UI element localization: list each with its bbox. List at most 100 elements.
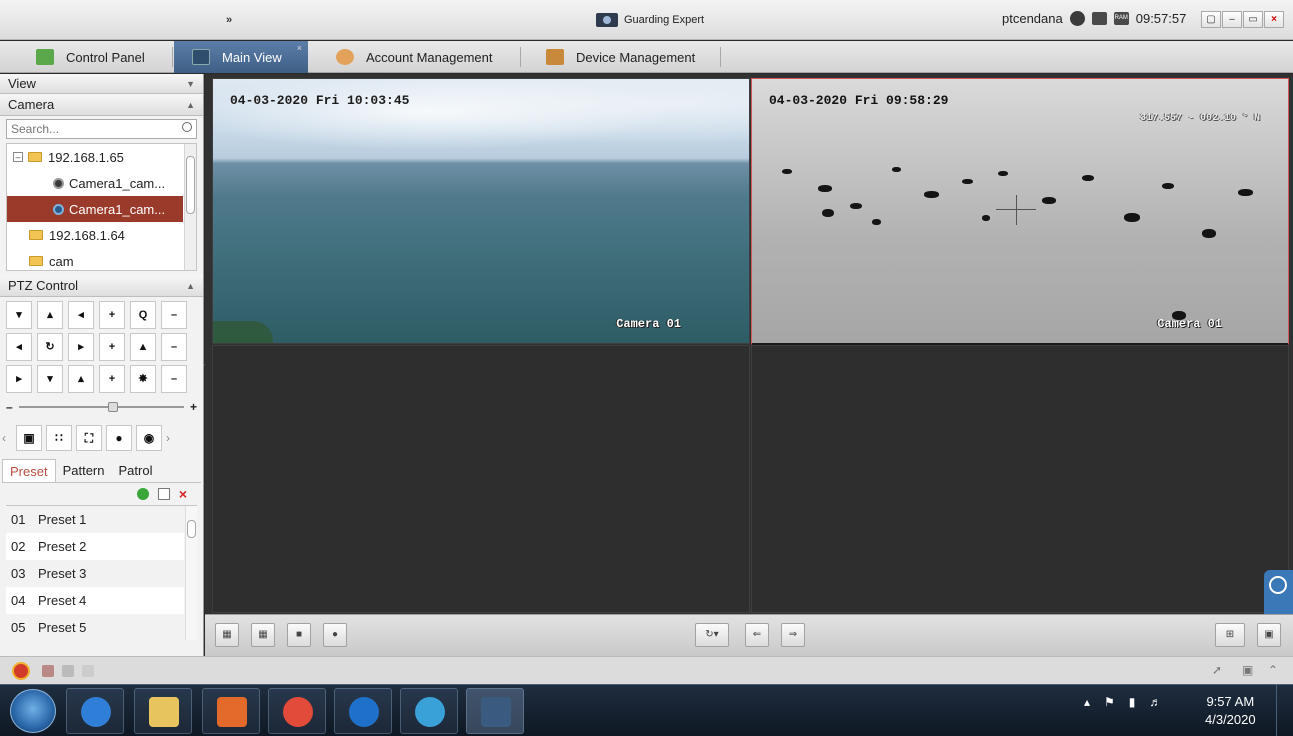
signal-icon[interactable]: ▮ [1129, 695, 1136, 709]
tree-node-device[interactable]: 192.168.1.64 [7, 222, 183, 248]
zoom-in-button[interactable]: + [99, 301, 125, 329]
audio-icon[interactable]: ● [323, 623, 347, 647]
search-input[interactable] [7, 120, 157, 138]
preset-scrollbar[interactable] [185, 506, 197, 640]
auto-scan-button[interactable]: ↻ [37, 333, 63, 361]
video-window-4[interactable] [751, 345, 1289, 613]
start-button[interactable] [10, 689, 56, 733]
capture-icon[interactable]: ▦ [215, 623, 239, 647]
pan-up-button[interactable]: ▴ [37, 301, 63, 329]
layout-icon[interactable]: ⊞ [1215, 623, 1245, 647]
3d-zoom-icon[interactable]: ▣ [16, 425, 42, 451]
ptz-speed-slider[interactable]: – + [6, 399, 197, 415]
iris-open-button[interactable]: + [99, 365, 125, 393]
pan-left-button[interactable]: ◂ [6, 333, 32, 361]
call-preset-icon[interactable] [136, 488, 149, 500]
focus-far-button[interactable]: – [161, 333, 187, 361]
alarm-sound-icon[interactable] [42, 665, 54, 677]
search-icon[interactable] [182, 122, 192, 132]
pan-down-button[interactable]: ▾ [37, 365, 63, 393]
tab-patrol[interactable]: Patrol [112, 459, 160, 482]
close-tab-icon[interactable]: × [297, 43, 302, 53]
tray-expand-icon[interactable]: ▴ [1084, 695, 1090, 709]
video-window-1[interactable]: 04-03-2020 Fri 10:03:45 Camera 01 [212, 78, 750, 344]
chevron-right-icon[interactable]: » [226, 14, 232, 26]
chevron-down-icon[interactable]: ▼ [186, 79, 195, 89]
video-timestamp: 04-03-2020 Fri 09:58:29 [769, 93, 949, 108]
video-window-3[interactable] [212, 345, 750, 613]
tab-preset[interactable]: Preset [2, 459, 56, 482]
refresh-icon[interactable]: ↻▾ [695, 623, 729, 647]
lock-icon[interactable]: ▢ [1201, 11, 1221, 28]
file-explorer-icon[interactable] [134, 688, 192, 734]
stop-all-icon[interactable]: ■ [287, 623, 311, 647]
volume-icon[interactable]: ♬ [1149, 695, 1161, 709]
chrome-icon[interactable] [268, 688, 326, 734]
windows-taskbar: ▴ ⚑ ▮ ♬ 9:57 AM 4/3/2020 [0, 684, 1293, 736]
tree-node-camera-selected[interactable]: Camera1_cam... [7, 196, 183, 222]
media-player-icon[interactable] [202, 688, 260, 734]
tree-node-device[interactable]: – 192.168.1.65 [7, 144, 183, 170]
tab-device-management[interactable]: Device Management [520, 41, 720, 73]
speed-track[interactable] [18, 402, 184, 412]
minimize-button[interactable]: – [1222, 11, 1242, 28]
chevron-up-icon[interactable]: ⌃ [1268, 663, 1278, 677]
tree-scrollbar[interactable] [184, 144, 196, 270]
pan-right-button[interactable]: ▸ [68, 333, 94, 361]
next-page-icon[interactable]: ⇒ [781, 623, 805, 647]
camera-search[interactable] [6, 119, 197, 139]
list-item[interactable]: 05 Preset 5 [6, 614, 184, 640]
teamviewer-side-tab[interactable] [1264, 570, 1293, 620]
tree-node-camera[interactable]: Camera1_cam... [7, 170, 183, 196]
chevron-up-icon[interactable]: ▲ [186, 281, 195, 291]
tab-account-management[interactable]: Account Management [310, 41, 520, 73]
restore-button[interactable]: ▭ [1243, 11, 1263, 28]
list-item[interactable]: 01 Preset 1 [6, 506, 184, 533]
auto-focus-icon[interactable]: ∷ [46, 425, 72, 451]
previous-page-icon[interactable]: ⇐ [745, 623, 769, 647]
alarm-icon[interactable] [12, 662, 30, 680]
guarding-expert-taskbar-icon[interactable] [466, 688, 524, 734]
focus-near-button[interactable]: + [99, 333, 125, 361]
flag-icon[interactable]: ⚑ [1104, 695, 1115, 709]
tab-pattern[interactable]: Pattern [56, 459, 112, 482]
list-item[interactable]: 04 Preset 4 [6, 587, 184, 614]
fullscreen-icon[interactable]: ▣ [1257, 623, 1281, 647]
tab-main-view[interactable]: Main View × [174, 41, 308, 73]
wiper-icon[interactable]: ◉ [136, 425, 162, 451]
audio-status-icon[interactable] [82, 665, 94, 677]
internet-explorer-icon[interactable] [66, 688, 124, 734]
pin-icon[interactable]: ➚ [1212, 663, 1222, 677]
chevron-up-icon[interactable]: ▲ [186, 100, 195, 110]
pan-down-right-button[interactable]: ▴ [68, 365, 94, 393]
lens-init-icon[interactable]: ⛶ [76, 425, 102, 451]
teamviewer-icon[interactable] [334, 688, 392, 734]
light-icon[interactable]: ● [106, 425, 132, 451]
alarm-window-icon[interactable] [62, 665, 74, 677]
tab-control-panel[interactable]: Control Panel [10, 41, 170, 73]
pan-up-left-button[interactable]: ▾ [6, 301, 32, 329]
list-item[interactable]: 03 Preset 3 [6, 560, 184, 587]
video-window-2[interactable]: 04-03-2020 Fri 09:58:29 317.557 - 002.10… [751, 78, 1289, 346]
network-tool-icon[interactable] [400, 688, 458, 734]
window-icon[interactable]: ▣ [1242, 663, 1253, 677]
iris-close-button[interactable]: – [161, 365, 187, 393]
edit-preset-icon[interactable] [157, 488, 170, 500]
pan-down-left-button[interactable]: ▸ [6, 365, 32, 393]
chevron-left-icon[interactable]: ‹ [2, 431, 12, 445]
tree-node-group[interactable]: cam [7, 248, 183, 274]
close-button[interactable]: × [1264, 11, 1284, 28]
view-section-header[interactable]: View ▼ [0, 74, 203, 94]
taskbar-clock[interactable]: 9:57 AM 4/3/2020 [1205, 693, 1256, 729]
delete-preset-icon[interactable]: × [179, 486, 187, 502]
record-icon[interactable]: ▦ [251, 623, 275, 647]
show-desktop-button[interactable] [1276, 685, 1293, 736]
chevron-right-icon[interactable]: › [166, 431, 176, 445]
camera-section-header[interactable]: Camera ▲ [0, 94, 203, 116]
ptz-section-header[interactable]: PTZ Control ▲ [0, 275, 203, 297]
collapse-icon[interactable]: – [13, 152, 23, 162]
pan-up-right-button[interactable]: ◂ [68, 301, 94, 329]
zoom-out-button[interactable]: – [161, 301, 187, 329]
speed-knob[interactable] [107, 402, 118, 412]
list-item[interactable]: 02 Preset 2 [6, 533, 184, 560]
